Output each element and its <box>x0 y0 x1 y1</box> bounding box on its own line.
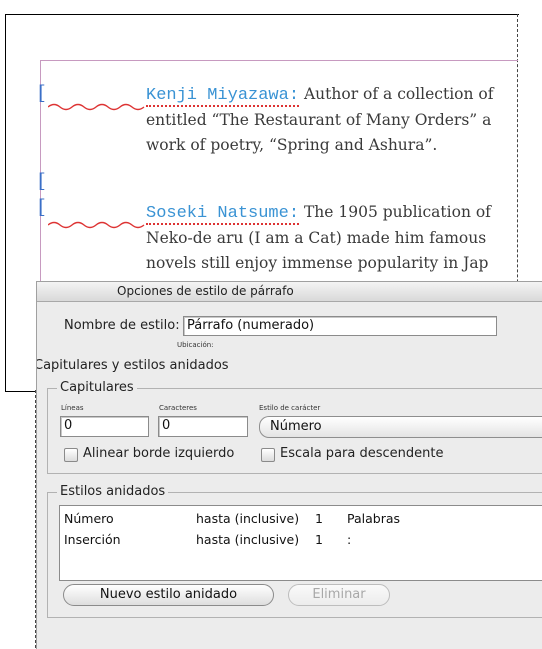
nested-style-unit: Palabras <box>347 511 401 526</box>
entry-text: Author of a collection of <box>303 85 494 103</box>
drop-cap-lines-input[interactable]: 0 <box>60 416 149 437</box>
nested-style-unit: : <box>347 532 352 547</box>
entry-line: Kenji Miyazawa: Author of a collection o… <box>146 82 518 108</box>
drop-caps-title: Capitulares <box>57 380 137 395</box>
style-name-input[interactable]: Párrafo (numerado) <box>183 316 497 336</box>
new-nested-style-button[interactable]: Nuevo estilo anidado <box>63 584 274 606</box>
scale-descender-label: Escala para descendente <box>280 446 444 461</box>
entry-text: novels still enjoy immense popularity in… <box>146 254 489 272</box>
entry-name: Soseki Natsume: <box>146 204 300 225</box>
numbering-bracket-icon: [ <box>38 80 46 104</box>
nested-styles-list: Número hasta (inclusive) 1 Palabras Inse… <box>59 505 542 581</box>
entry-text: entitled “The Restaurant of Many Orders”… <box>146 111 492 129</box>
nested-style-row[interactable]: Inserción hasta (inclusive) 1 : <box>60 530 542 550</box>
numbering-bracket-icon: [ <box>38 168 46 192</box>
nested-style-row[interactable]: Número hasta (inclusive) 1 Palabras <box>60 509 542 529</box>
style-name-label: Nombre de estilo: <box>64 318 180 333</box>
drop-cap-characters-input[interactable]: 0 <box>158 416 248 437</box>
numbering-bracket-icon: [ <box>38 194 46 218</box>
nested-style-count: 1 <box>315 532 323 547</box>
entry-text: Neko-de aru (I am a Cat) made him famous <box>146 229 487 247</box>
entry-text: The 1905 publication of <box>303 203 491 221</box>
align-left-edge-label: Alinear borde izquierdo <box>83 446 235 461</box>
document-entry: Kenji Miyazawa: Author of a collection o… <box>146 82 518 158</box>
dialog-titlebar[interactable]: Opciones de estilo de párrafo <box>37 282 542 302</box>
section-title: Capitulares y estilos anidados <box>36 358 229 373</box>
character-style-select[interactable]: Número <box>259 416 542 438</box>
align-left-edge-checkbox[interactable] <box>64 448 78 462</box>
location-label: Ubicación: <box>177 341 214 349</box>
char-style-label: Estilo de carácter <box>259 404 321 412</box>
nested-style-count: 1 <box>315 511 323 526</box>
margin-guide-top <box>40 60 518 61</box>
nested-style-mode: hasta (inclusive) <box>196 532 300 547</box>
characters-label: Caracteres <box>159 404 197 412</box>
document-entry: Soseki Natsume: The 1905 publication of … <box>146 200 518 276</box>
entry-line: Soseki Natsume: The 1905 publication of <box>146 200 518 226</box>
nested-styles-title: Estilos anidados <box>57 484 169 499</box>
lines-label: Líneas <box>61 404 84 412</box>
nested-style-name: Número <box>64 511 114 526</box>
dialog-title: Opciones de estilo de párrafo <box>117 284 294 298</box>
spelling-squiggle <box>48 221 145 229</box>
spelling-squiggle <box>48 103 145 111</box>
delete-button[interactable]: Eliminar <box>288 584 390 606</box>
nested-style-name: Inserción <box>64 532 121 547</box>
scale-descender-checkbox[interactable] <box>261 448 275 462</box>
paragraph-style-options-dialog: Opciones de estilo de párrafo Nombre de … <box>36 281 542 649</box>
entry-name: Kenji Miyazawa: <box>146 86 300 107</box>
nested-style-mode: hasta (inclusive) <box>196 511 300 526</box>
entry-text: work of poetry, “Spring and Ashura”. <box>146 136 438 154</box>
